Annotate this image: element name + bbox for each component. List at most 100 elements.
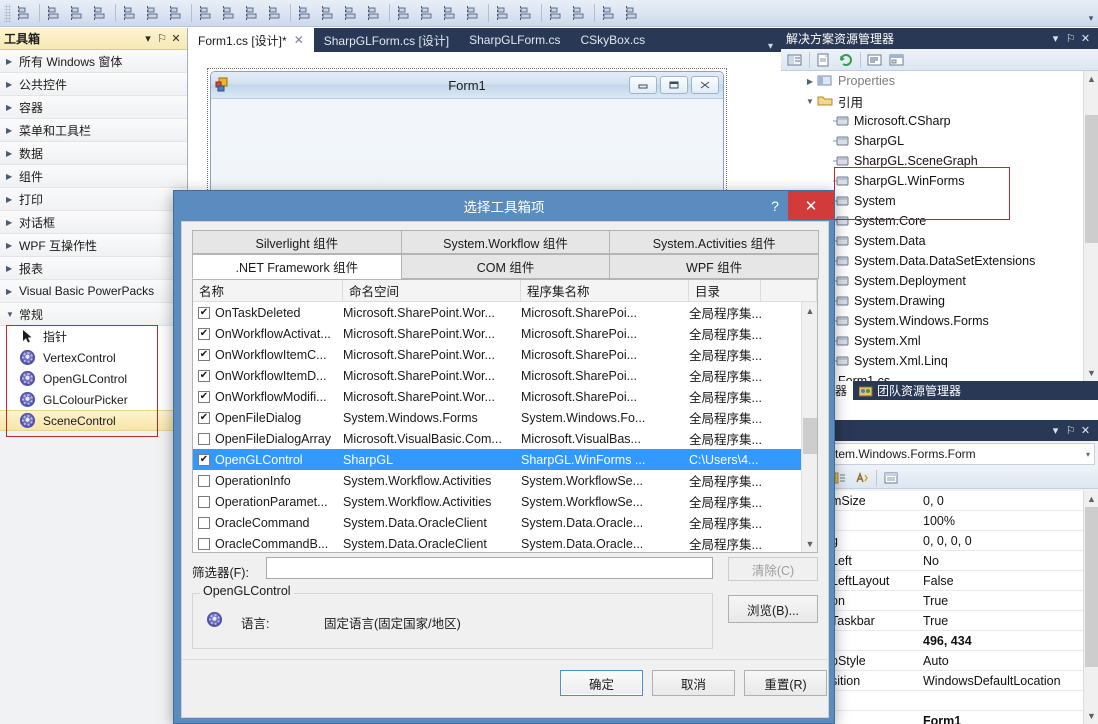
dialog-tab-silverlight-组件[interactable]: Silverlight 组件 [192, 230, 402, 254]
property-value[interactable]: Form1 [918, 714, 1098, 724]
chevron-down-icon[interactable]: ▾ [141, 32, 155, 45]
properties-window-icon[interactable] [784, 50, 806, 70]
toolbox-group-0[interactable]: ▶ 所有 Windows 窗体 [0, 50, 187, 73]
property-value[interactable]: Auto [918, 654, 1098, 668]
property-value[interactable]: 496, 434 [918, 634, 1098, 648]
scroll-up-icon[interactable]: ▲ [802, 302, 818, 319]
property-row-2[interactable]: g0, 0, 0, 0 [827, 531, 1098, 551]
ok-button[interactable]: 确定 [560, 670, 643, 696]
vertical-spacing-remove-icon[interactable] [462, 2, 485, 24]
toolbox-group-10[interactable]: ▶ Visual Basic PowerPacks [0, 280, 187, 303]
row-checkbox[interactable]: ✔ [193, 327, 215, 340]
vertical-spacing-increase-icon[interactable] [416, 2, 439, 24]
close-icon[interactable]: ✕ [1078, 32, 1093, 45]
row-checkbox[interactable]: ✔ [193, 306, 215, 319]
dialog-tab-system.activities-组件[interactable]: System.Activities 组件 [609, 230, 820, 254]
scroll-up-icon[interactable]: ▲ [1084, 491, 1098, 507]
toolbox-group-2[interactable]: ▶ 容器 [0, 96, 187, 119]
horizontal-spacing-remove-icon[interactable] [363, 2, 386, 24]
property-row-11[interactable]: Form1 [827, 711, 1098, 724]
clear-filter-button[interactable]: 清除(C) [728, 557, 818, 581]
property-row-4[interactable]: LeftLayout False [827, 571, 1098, 591]
column-header-assembly[interactable]: 程序集名称 [521, 280, 689, 301]
solution-tree-item-3[interactable]: SharpGL [781, 131, 1098, 151]
toolbox-item-openglcontrol[interactable]: OpenGLControl [0, 368, 187, 389]
listview-row[interactable]: ✔ OnWorkflowModifi... Microsoft.SharePoint… [193, 386, 801, 407]
close-icon[interactable]: ✕ [169, 32, 183, 45]
property-row-5[interactable]: on True [827, 591, 1098, 611]
show-grid-icon[interactable] [621, 2, 644, 24]
help-icon[interactable]: ? [764, 195, 786, 217]
scroll-down-icon[interactable]: ▼ [802, 535, 818, 552]
column-header-directory[interactable]: 目录 [689, 280, 761, 301]
scrollbar-thumb[interactable] [1085, 115, 1098, 243]
toolbox-group-4[interactable]: ▶ 数据 [0, 142, 187, 165]
show-all-files-icon[interactable] [813, 50, 835, 70]
editor-tab-2[interactable]: SharpGLForm.cs [459, 28, 570, 52]
listview-scrollbar[interactable]: ▲ ▼ [801, 302, 817, 552]
scrollbar-thumb[interactable] [803, 418, 817, 454]
tab-overflow-button[interactable]: ▾ [760, 41, 781, 52]
view-designer-icon[interactable] [886, 50, 908, 70]
properties-grid[interactable]: mSize0, 0 100% g0, 0, 0, 0LeftNoLeftLayout… [827, 491, 1098, 724]
align-tops-icon[interactable] [119, 2, 142, 24]
form-minimize-button[interactable] [629, 76, 657, 94]
row-checkbox[interactable] [193, 474, 215, 487]
form-maximize-button[interactable] [660, 76, 688, 94]
solution-tree-item-0[interactable]: ▶ Properties [781, 71, 1098, 91]
dialog-close-button[interactable]: ✕ [788, 191, 834, 220]
listview-row[interactable]: OperationParamet... System.Workflow.Activ… [193, 491, 801, 512]
property-row-3[interactable]: Left No [827, 551, 1098, 571]
row-checkbox[interactable]: ✔ [193, 411, 215, 424]
property-row-0[interactable]: mSize 0, 0 [827, 491, 1098, 511]
make-same-size-icon[interactable] [241, 2, 264, 24]
scroll-up-icon[interactable]: ▲ [1084, 71, 1098, 87]
pin-icon[interactable]: ⚐ [1063, 424, 1078, 437]
horizontal-spacing-make-equal-icon[interactable] [294, 2, 317, 24]
toolbox-items-listview[interactable]: 名称 命名空间 程序集名称 目录 ✔ OnTaskDeleted Microsoft… [192, 279, 818, 553]
scrollbar-thumb[interactable] [1085, 507, 1098, 667]
align-centers-icon[interactable] [66, 2, 89, 24]
reset-button[interactable]: 重置(R) [744, 670, 827, 696]
scroll-down-icon[interactable]: ▼ [1084, 708, 1098, 724]
toolbox-item-glcolourpicker[interactable]: GLColourPicker [0, 389, 187, 410]
toolbox-group-9[interactable]: ▶ 报表 [0, 257, 187, 280]
pin-icon[interactable]: ⚐ [1063, 32, 1078, 45]
make-same-width-icon[interactable] [195, 2, 218, 24]
listview-row[interactable]: OracleCommand System.Data.OracleClient Sys… [193, 512, 801, 533]
toolbox-group-5[interactable]: ▶ 组件 [0, 165, 187, 188]
view-code-icon[interactable] [864, 50, 886, 70]
solution-tree-item-4[interactable]: SharpGL.SceneGraph [781, 151, 1098, 171]
horizontal-spacing-increase-icon[interactable] [317, 2, 340, 24]
column-header-name[interactable]: 名称 [193, 280, 343, 301]
row-checkbox[interactable] [193, 516, 215, 529]
properties-scrollbar[interactable]: ▲ ▼ [1083, 491, 1098, 724]
chevron-down-icon[interactable]: ▼ [803, 97, 817, 106]
editor-tab-0[interactable]: Form1.cs [设计]* ✕ [188, 28, 314, 52]
dialog-tab-.net-framework-组件[interactable]: .NET Framework 组件 [192, 254, 402, 279]
vertical-spacing-make-equal-icon[interactable] [393, 2, 416, 24]
toolbox-group-11[interactable]: ▼ 常规 [0, 303, 187, 326]
chevron-down-icon[interactable]: ▾ [1048, 424, 1063, 437]
property-value[interactable]: No [918, 554, 1098, 568]
vertical-spacing-decrease-icon[interactable] [439, 2, 462, 24]
property-value[interactable]: 100% [918, 514, 1098, 528]
property-value[interactable]: True [918, 594, 1098, 608]
property-value[interactable]: False [918, 574, 1098, 588]
row-checkbox[interactable] [193, 432, 215, 445]
listview-row[interactable]: OracleCommandB... System.Data.OracleClien… [193, 533, 801, 552]
toolbox-item-vertexcontrol[interactable]: VertexControl [0, 347, 187, 368]
chevron-down-icon[interactable]: ▾ [1086, 450, 1090, 459]
property-value[interactable]: WindowsDefaultLocation [918, 674, 1098, 688]
row-checkbox[interactable]: ✔ [193, 369, 215, 382]
solution-tree-item-5[interactable]: SharpGL.WinForms [781, 171, 1098, 191]
property-row-10[interactable] [827, 691, 1098, 711]
dialog-tab-com-组件[interactable]: COM 组件 [400, 254, 611, 279]
toolbox-group-8[interactable]: ▶ WPF 互操作性 [0, 234, 187, 257]
tab-order-icon[interactable] [598, 2, 621, 24]
listview-row[interactable]: ✔ OpenGLControl SharpGL SharpGL.WinForms ..… [193, 449, 801, 470]
toolbox-item-scenecontrol[interactable]: SceneControl [0, 410, 187, 431]
property-row-8[interactable]: oStyle Auto [827, 651, 1098, 671]
row-checkbox[interactable] [193, 495, 215, 508]
cancel-button[interactable]: 取消 [652, 670, 735, 696]
